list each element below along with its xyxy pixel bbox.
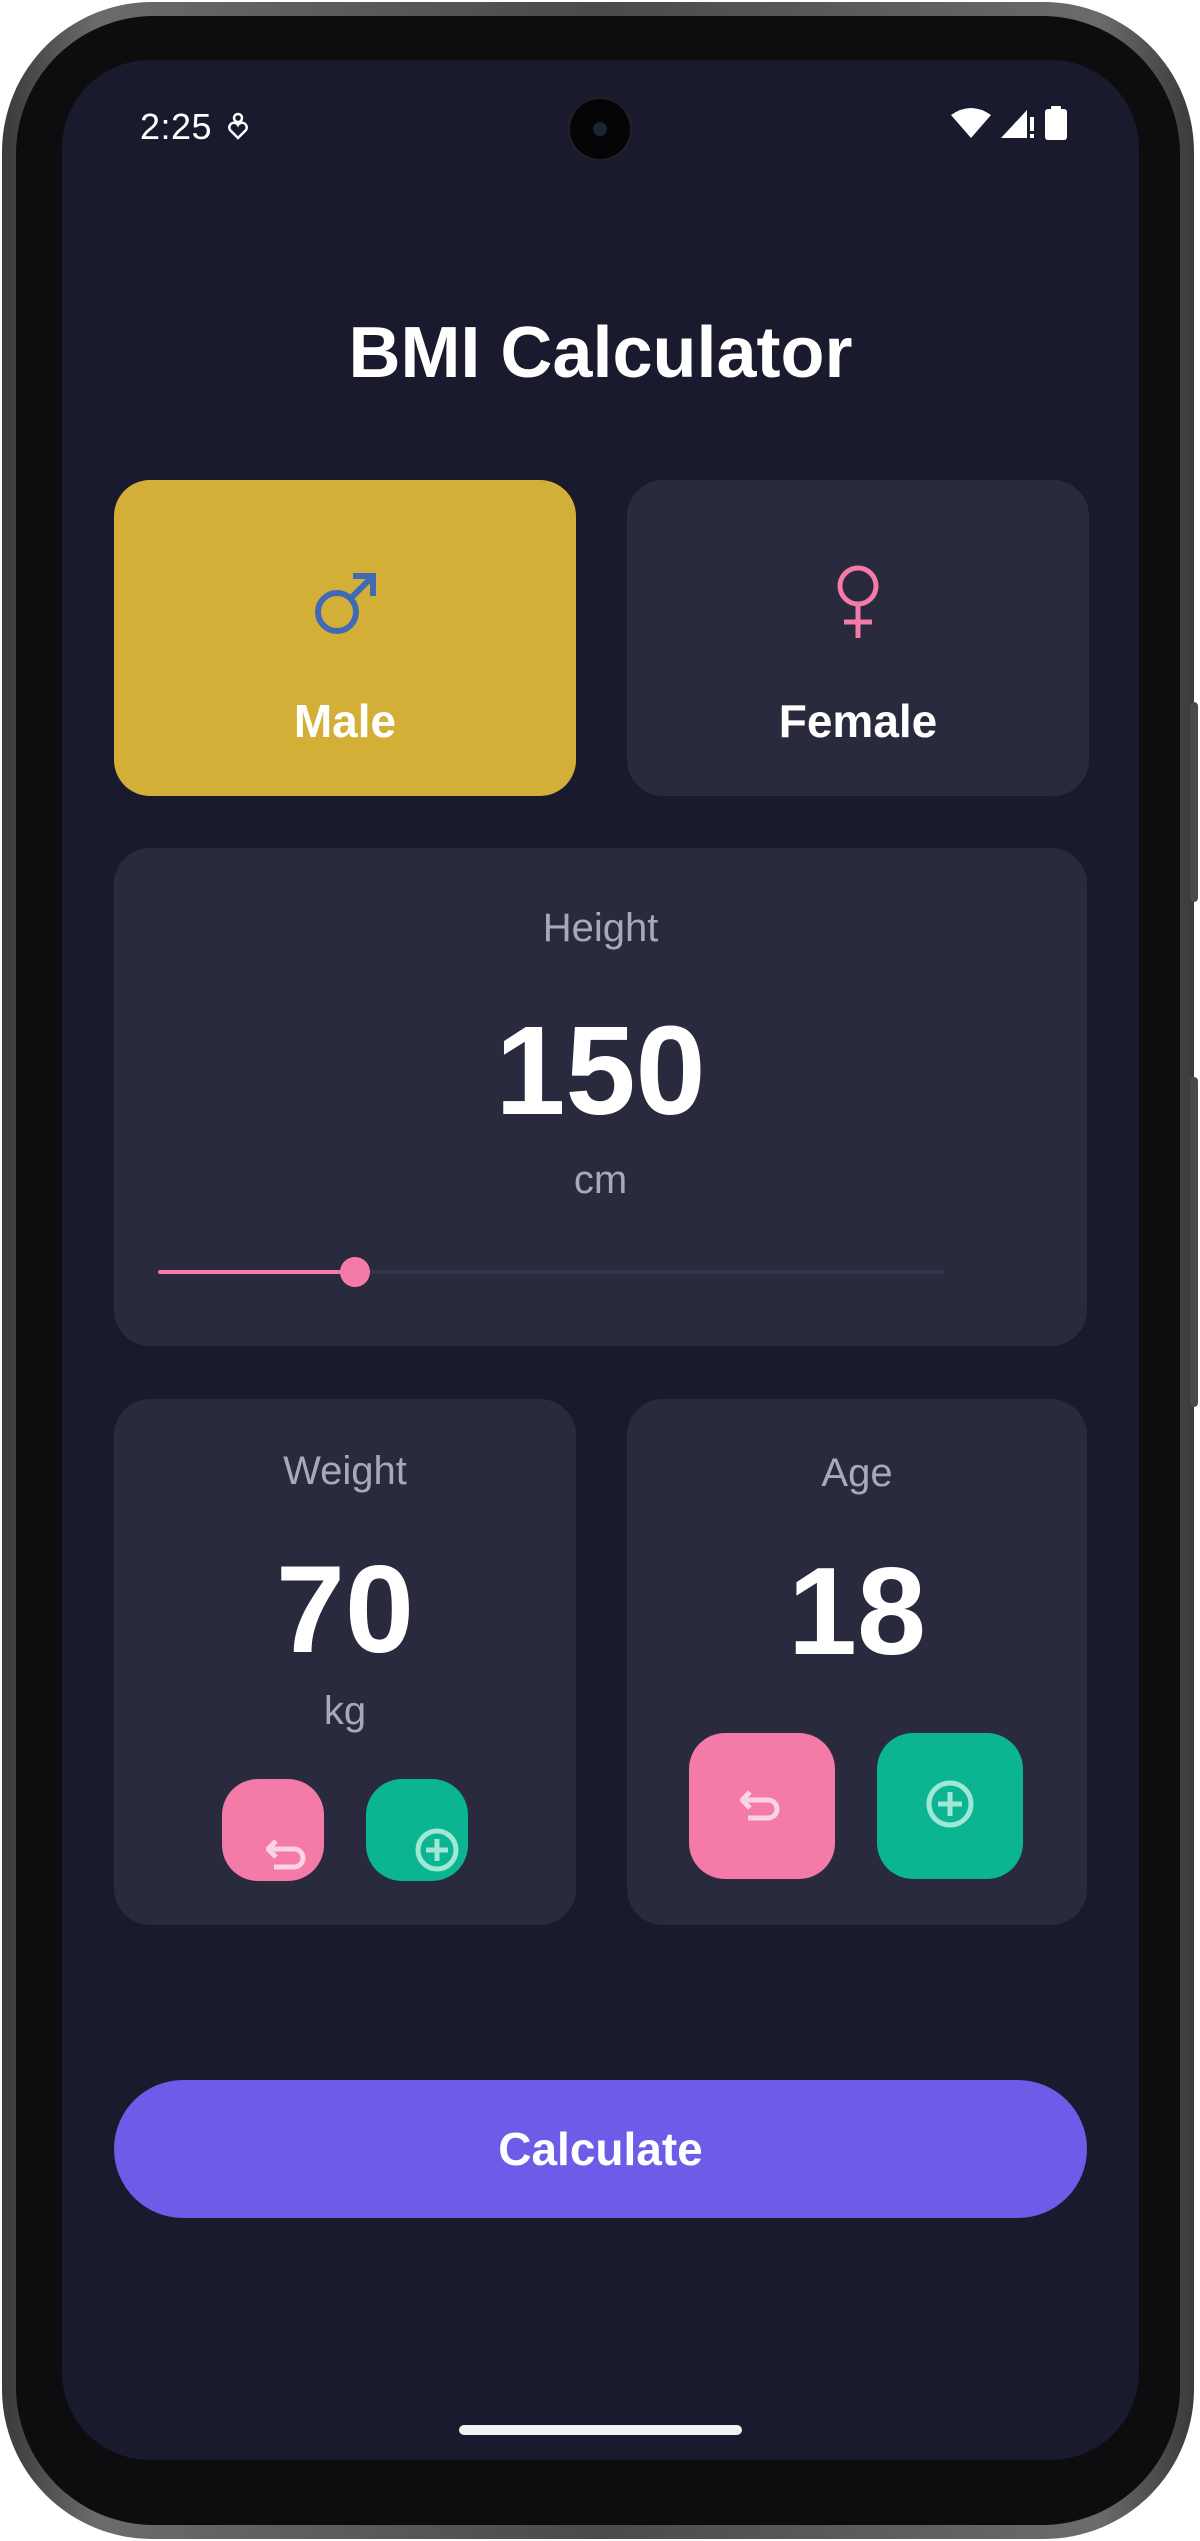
add-circle-icon — [414, 1827, 460, 1878]
app-screen: 2:25 BMI Calculator Male Female Height 1… — [62, 60, 1139, 2460]
battery-icon — [1045, 106, 1067, 145]
age-value: 18 — [788, 1543, 926, 1681]
age-card: Age 18 — [627, 1399, 1087, 1925]
weight-card: Weight 70 kg — [114, 1399, 576, 1925]
height-slider[interactable] — [158, 1257, 944, 1287]
height-value: 150 — [495, 1000, 706, 1141]
gender-label-female: Female — [778, 695, 938, 747]
height-slider-fill — [158, 1270, 355, 1274]
male-icon — [114, 570, 576, 643]
phone-frame: 2:25 BMI Calculator Male Female Height 1… — [2, 2, 1198, 2539]
undo-icon — [738, 1786, 784, 1827]
undo-icon — [264, 1835, 310, 1876]
home-indicator[interactable] — [459, 2425, 742, 2435]
cell-signal-icon — [1001, 107, 1035, 144]
front-camera — [567, 96, 633, 162]
gender-card-female[interactable]: Female — [627, 480, 1089, 796]
do-not-disturb-icon — [227, 112, 249, 145]
gender-card-male[interactable]: Male — [114, 480, 576, 796]
weight-value: 70 — [276, 1541, 414, 1679]
weight-unit: kg — [323, 1689, 367, 1733]
height-slider-thumb[interactable] — [340, 1257, 370, 1287]
height-label: Height — [542, 906, 659, 950]
gender-label-male: Male — [293, 695, 397, 747]
weight-label: Weight — [283, 1449, 407, 1493]
age-decrement-button[interactable] — [689, 1733, 835, 1879]
age-label: Age — [821, 1451, 893, 1495]
weight-increment-button[interactable] — [366, 1779, 468, 1881]
side-button — [1190, 1077, 1198, 1407]
calculate-button[interactable]: Calculate — [114, 2080, 1087, 2218]
female-icon — [627, 564, 1089, 645]
page-title: BMI Calculator — [348, 313, 853, 393]
height-unit: cm — [573, 1158, 628, 1202]
weight-decrement-button[interactable] — [222, 1779, 324, 1881]
add-circle-icon — [925, 1779, 975, 1834]
side-button — [1190, 702, 1198, 902]
status-time: 2:25 — [140, 106, 213, 147]
wifi-icon — [951, 107, 991, 144]
age-increment-button[interactable] — [877, 1733, 1023, 1879]
status-icons — [951, 106, 1067, 145]
status-bar: 2:25 — [62, 60, 1139, 190]
